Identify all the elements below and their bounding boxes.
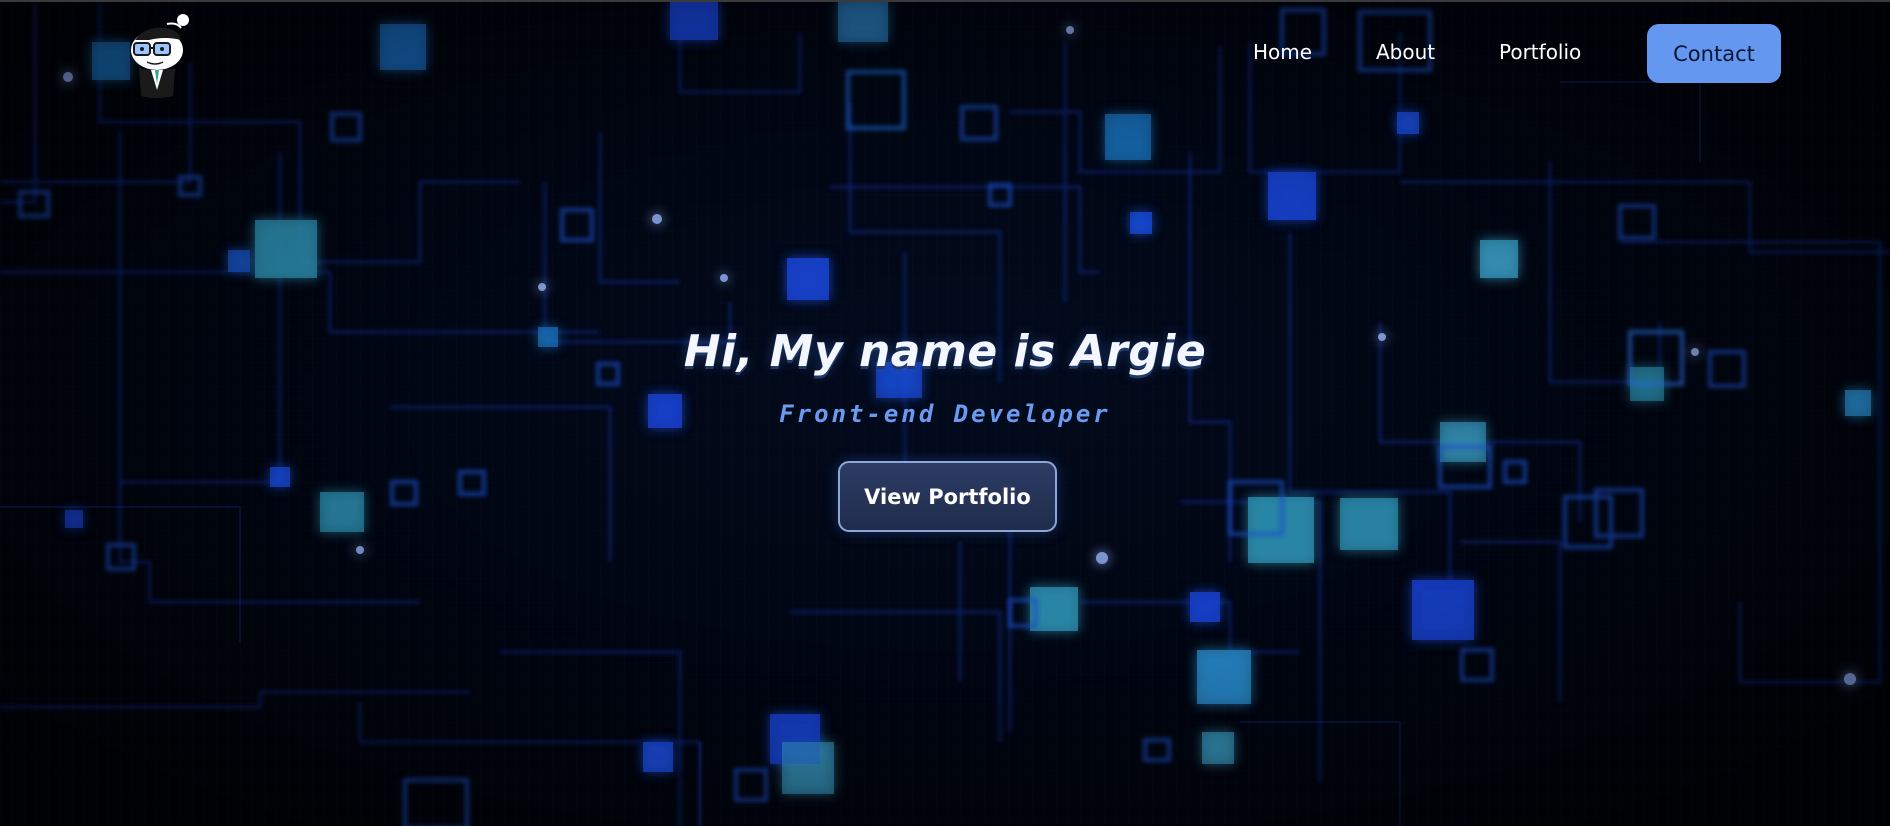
contact-button[interactable]: Contact [1647,24,1781,83]
hero-subtitle: Front-end Developer [779,400,1111,428]
nav-link-about[interactable]: About [1376,40,1435,64]
top-navbar: Home About Portfolio Contact [0,2,1890,102]
hero-page: Home About Portfolio Contact Hi, My name… [0,0,1890,826]
view-portfolio-button[interactable]: View Portfolio [838,461,1057,532]
nav-link-home[interactable]: Home [1253,40,1312,64]
nav-link-portfolio[interactable]: Portfolio [1499,40,1581,64]
hero-title: Hi, My name is Argie [683,326,1207,377]
cartoon-mascot-avatar-icon [131,14,189,98]
site-logo[interactable] [125,10,195,100]
